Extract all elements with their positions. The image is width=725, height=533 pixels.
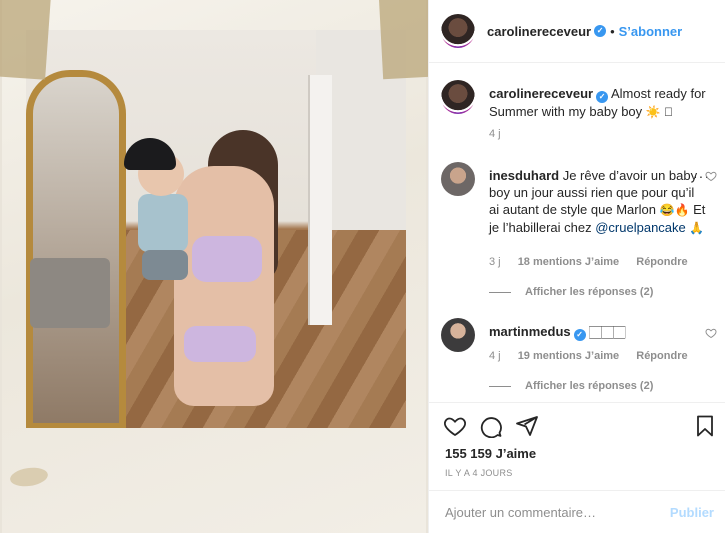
comment-input[interactable] [445, 504, 670, 520]
comment-time[interactable]: 3 j [489, 256, 501, 268]
comment-emoji: 😂🔥 [659, 203, 690, 217]
author-avatar[interactable] [441, 14, 475, 48]
comment-like-heart-icon[interactable] [705, 327, 717, 339]
scene-child-shorts [142, 250, 188, 280]
post-photo[interactable] [0, 0, 428, 533]
scene-sofa [30, 258, 110, 328]
scene-gilded-mirror [26, 70, 126, 428]
view-replies-label: Afficher les réponses (2) [525, 286, 654, 298]
header-separator: • [610, 23, 615, 39]
comment-username[interactable]: martinmedus [489, 324, 571, 339]
follow-button[interactable]: S’abonner [619, 24, 683, 39]
author-username[interactable]: carolinereceveur [487, 24, 591, 39]
commenter-avatar[interactable] [441, 162, 475, 196]
tape-strip-right [378, 0, 428, 80]
comment-icon[interactable] [479, 414, 503, 438]
comment-like-heart-icon[interactable] [705, 170, 717, 182]
post-actions: 155 159 J’aime IL Y A 4 JOURS [429, 402, 725, 490]
scene-door [308, 75, 332, 325]
replies-divider-line [489, 385, 511, 387]
comment-meta: 4 j 19 mentions J’aime Répondre [489, 350, 702, 362]
post-side-panel: carolinereceveur ✓ • S’abonner caroliner… [428, 0, 725, 533]
scene-child-cap [124, 138, 176, 170]
polaroid-frame [2, 0, 426, 533]
comment-time[interactable]: 4 j [489, 350, 501, 362]
caption-body: carolinereceveur ✓ Almost ready for Summe… [489, 85, 707, 121]
comment-mention-link[interactable]: @cruelpancake [595, 220, 686, 235]
post-header: carolinereceveur ✓ • S’abonner [429, 0, 725, 63]
caption-emoji: ☀️ 🏻 [645, 105, 674, 119]
paper-plane-icon[interactable] [515, 414, 539, 438]
scene-bikini-bottom [184, 326, 256, 362]
caption-username[interactable]: carolinereceveur [489, 86, 593, 101]
comment-emoji-end: 🙏 [689, 221, 705, 235]
comment-text: 🏻🏻🏻 [589, 325, 626, 339]
comment-body: martinmedus ✓ 🏻🏻🏻 [489, 323, 707, 341]
comment-likes-count[interactable]: 19 mentions J’aime [518, 350, 620, 362]
verified-badge-icon: ✓ [594, 25, 607, 37]
caption-meta: 4 j [489, 128, 515, 140]
comment-username[interactable]: inesduhard [489, 168, 559, 183]
caption-time[interactable]: 4 j [489, 128, 501, 140]
heart-icon[interactable] [443, 414, 467, 438]
bookmark-icon[interactable] [693, 414, 717, 438]
scene-child [124, 138, 204, 308]
commenter-avatar[interactable] [441, 318, 475, 352]
polaroid-stain [8, 465, 50, 489]
post-timestamp[interactable]: IL Y A 4 JOURS [445, 468, 513, 478]
caption-author-avatar[interactable] [441, 80, 475, 114]
replies-divider-line [489, 291, 511, 293]
view-replies-button[interactable]: Afficher les réponses (2) [489, 380, 653, 392]
comments-list[interactable]: carolinereceveur ✓ Almost ready for Summe… [429, 64, 725, 402]
comment-likes-count[interactable]: 18 mentions J’aime [518, 256, 620, 268]
view-replies-label: Afficher les réponses (2) [525, 380, 654, 392]
verified-badge-icon: ✓ [573, 329, 586, 341]
view-replies-button[interactable]: Afficher les réponses (2) [489, 286, 653, 298]
comment-meta: 3 j 18 mentions J’aime Répondre [489, 256, 702, 268]
publish-button[interactable]: Publier [670, 505, 714, 520]
comment-body: inesduhard Je rêve d’avoir un baby boy u… [489, 167, 707, 237]
comment-composer: Publier [429, 490, 725, 533]
photo-scene [26, 30, 406, 428]
likes-count[interactable]: 155 159 J’aime [445, 446, 536, 461]
reply-button[interactable]: Répondre [636, 256, 687, 268]
verified-badge-icon: ✓ [596, 91, 609, 103]
reply-button[interactable]: Répondre [636, 350, 687, 362]
scene-child-shirt [138, 194, 188, 252]
tape-strip-left [0, 0, 51, 80]
